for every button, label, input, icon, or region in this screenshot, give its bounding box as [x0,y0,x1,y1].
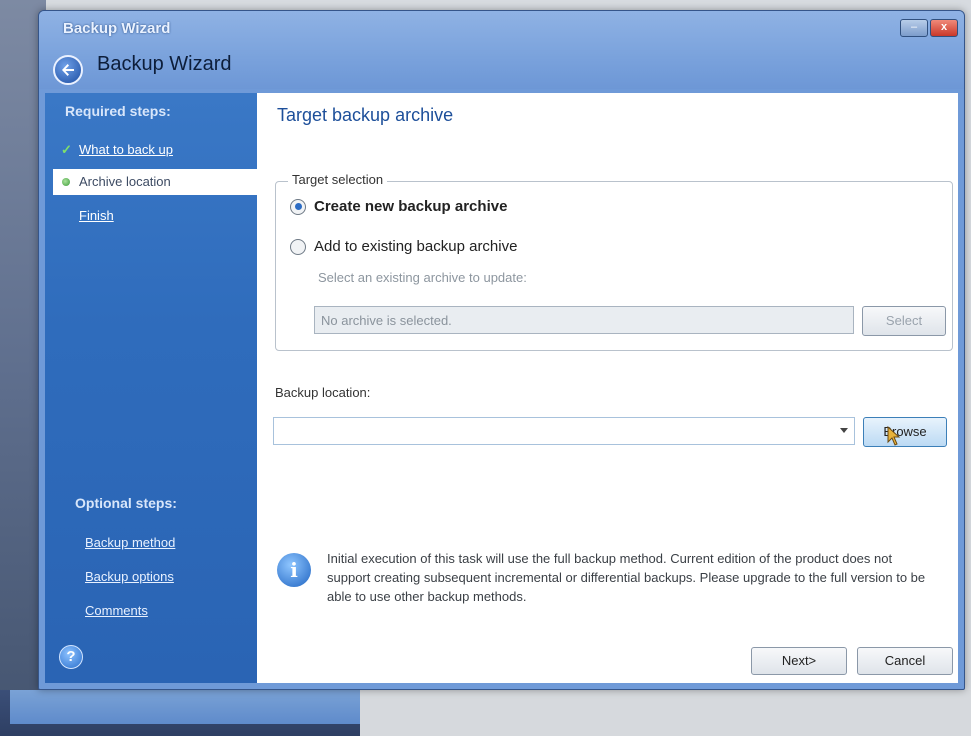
sidebar-item-backup-options[interactable]: Backup options [85,569,174,584]
help-icon[interactable]: ? [59,645,83,669]
back-arrow-icon [62,64,74,76]
sidebar-item-label: Finish [79,208,114,223]
next-button[interactable]: Next> [751,647,847,675]
add-to-existing-archive-radio[interactable]: Add to existing backup archive [290,238,517,255]
backup-location-label: Backup location: [275,385,371,400]
back-button[interactable] [53,55,83,85]
current-step-bullet-icon [62,178,70,186]
selected-archive-field: No archive is selected. [314,306,854,334]
wizard-heading: Backup Wizard [97,53,232,75]
info-icon: i [277,553,311,587]
optional-steps-heading: Optional steps: [75,495,177,511]
target-selection-group: Target selection Create new backup archi… [275,172,953,351]
mouse-cursor-icon [887,426,901,446]
cancel-button[interactable]: Cancel [857,647,953,675]
dropdown-arrow-icon[interactable] [840,428,848,433]
select-archive-button[interactable]: Select [862,306,946,336]
backup-location-input[interactable] [273,417,855,445]
taskbar-button [10,690,362,724]
minimize-button[interactable]: – [900,19,928,37]
close-button[interactable]: x [930,19,958,37]
client-area: Required steps: ✓ What to back up Archiv… [45,93,958,683]
radio-label: Create new backup archive [314,198,508,215]
sidebar-item-finish[interactable]: Finish [57,203,253,229]
radio-selected-icon [290,198,306,215]
window-title: Backup Wizard [63,20,171,37]
sidebar-item-label: Archive location [79,174,171,189]
sidebar-item-what-to-back-up[interactable]: ✓ What to back up [57,137,253,163]
desktop-background [360,690,971,736]
browse-button[interactable]: Browse [863,417,947,447]
main-panel: Target backup archive Target selection C… [257,93,958,683]
required-steps-heading: Required steps: [65,103,171,119]
window-controls: – x [900,19,958,37]
existing-archive-prompt: Select an existing archive to update: [318,270,527,285]
backup-wizard-window: Backup Wizard – x Backup Wizard Required… [38,10,965,690]
steps-sidebar: Required steps: ✓ What to back up Archiv… [45,93,257,683]
checkmark-icon: ✓ [61,142,72,157]
sidebar-item-label: What to back up [79,142,173,157]
sidebar-item-comments[interactable]: Comments [85,603,148,618]
sidebar-item-backup-method[interactable]: Backup method [85,535,175,550]
create-new-archive-radio[interactable]: Create new backup archive [290,198,507,215]
radio-label: Add to existing backup archive [314,238,518,255]
radio-unselected-icon [290,238,306,255]
title-bar: Backup Wizard – x Backup Wizard [39,11,964,89]
sidebar-item-archive-location[interactable]: Archive location [53,169,257,195]
target-selection-legend: Target selection [288,172,388,187]
page-title: Target backup archive [277,105,454,125]
info-message: Initial execution of this task will use … [327,551,926,604]
